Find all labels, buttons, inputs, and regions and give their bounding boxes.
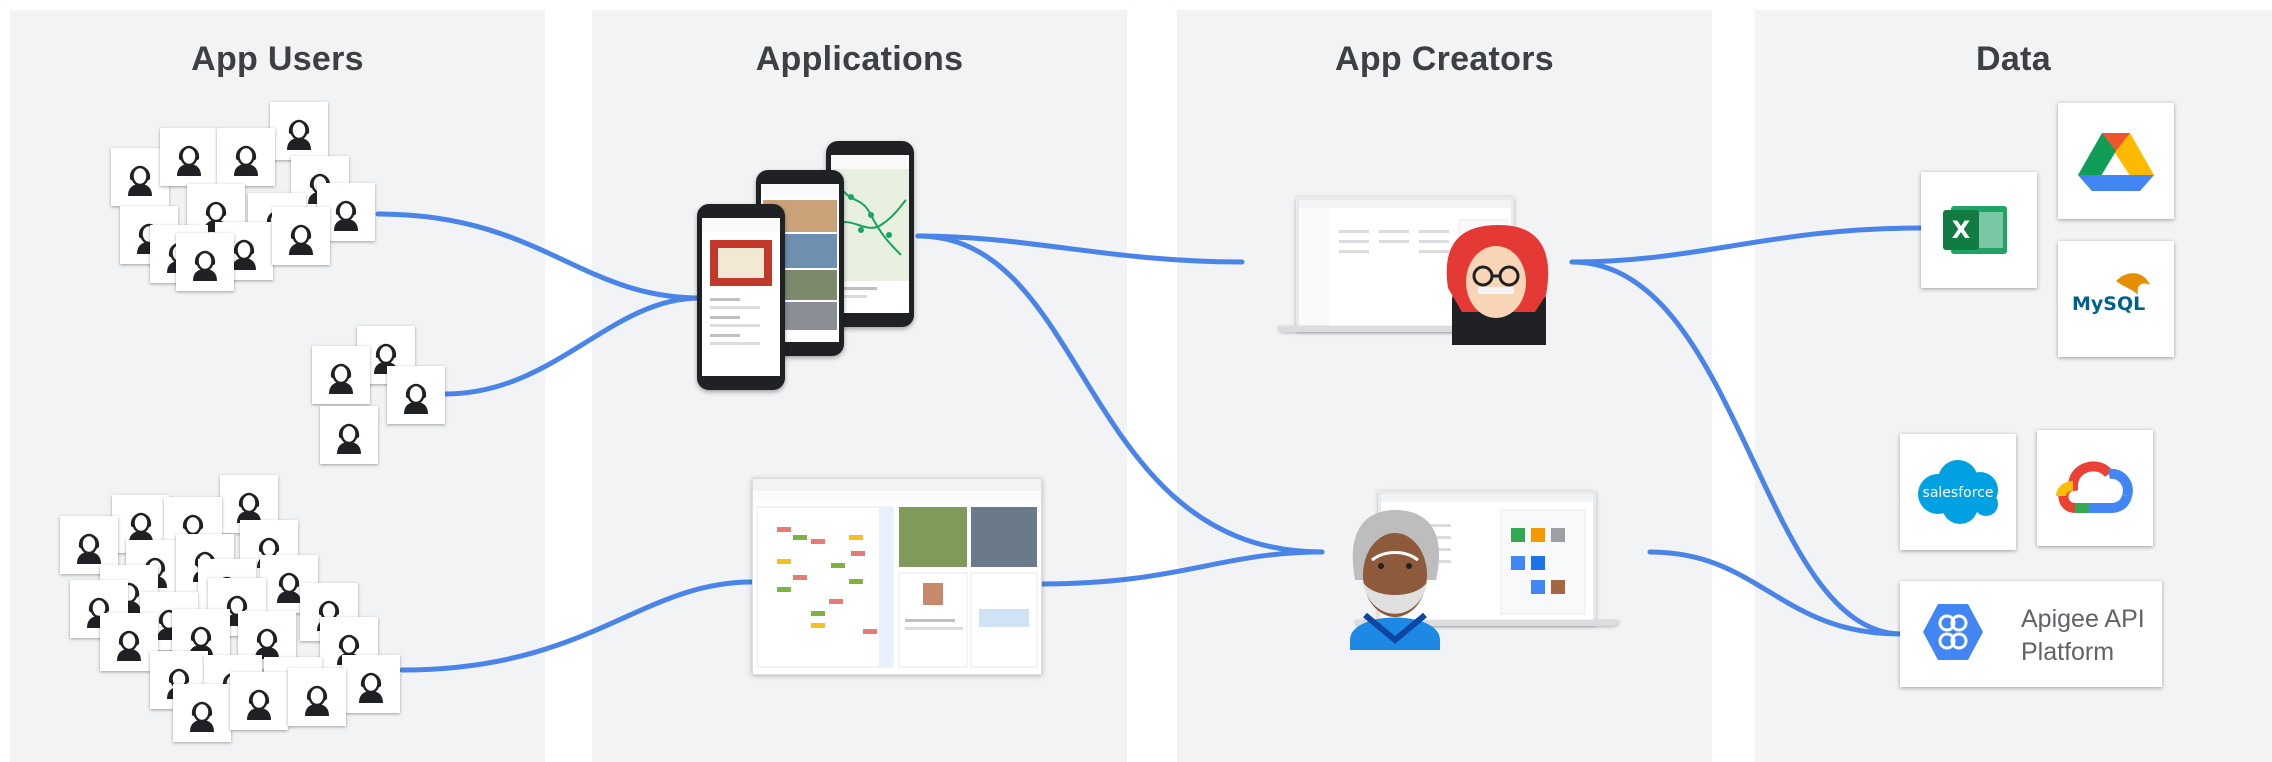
google-cloud-icon [2056,461,2133,513]
user-card [312,346,370,404]
person-icon [287,119,311,150]
person-icon [359,672,383,703]
connector-desktop-creator2 [1038,549,1325,587]
user-card [387,366,445,424]
desktop-app-preview [752,478,1042,675]
salesforce-label: salesforce [1922,485,1994,501]
apigee-label: Apigee API Platform [2021,603,2151,669]
user-card [272,207,330,265]
app-editor-screen-icon [1299,200,1511,328]
calendar-app-screen-icon [753,479,1041,668]
person-icon [305,685,329,716]
person-icon [193,250,217,281]
user-card [342,655,400,713]
person-icon [190,701,214,732]
apigee-tile: Apigee API Platform [1900,581,2162,687]
phone-app-form [697,204,785,390]
user-card [230,672,288,730]
creator-laptop-1 [1296,197,1514,331]
excel-tile: X [1921,172,2037,288]
user-card [288,668,346,726]
person-icon [329,363,353,394]
user-card [173,684,231,742]
svg-text:X: X [1952,216,1971,244]
apigee-icon [1923,604,1983,660]
connector-phones-creator1 [915,233,1245,265]
person-icon [337,423,361,454]
creator-laptop-2-base [1355,620,1619,626]
google-drive-tile [2058,103,2174,219]
user-card [270,102,328,160]
apigee-label-line1: Apigee API [2021,605,2145,633]
person-icon [289,224,313,255]
user-card [320,406,378,464]
app-editor-screen-icon-2 [1381,494,1593,615]
connector-creator1-excel [1569,225,1923,265]
person-icon [128,165,152,196]
person-icon [117,630,141,661]
connector-users2-phones [442,295,703,397]
mysql-label: MySQL [2072,293,2146,315]
excel-icon: X [1943,206,2007,254]
google-cloud-tile [2037,430,2153,546]
person-icon [247,689,271,720]
person-icon [234,145,258,176]
user-card [217,128,275,186]
connector-creator1-apigee [1569,259,1903,637]
mysql-tile: MySQL [2058,241,2174,357]
user-card [176,233,234,291]
person-icon [177,145,201,176]
user-card [160,128,218,186]
connector-users3-desktop [399,579,755,673]
form-app-screen-icon [702,218,780,345]
salesforce-tile: salesforce [1900,434,2016,550]
apigee-label-line2: Platform [2021,638,2115,666]
creator-laptop-2 [1378,491,1596,625]
connector-users1-phones [375,211,703,301]
person-icon [77,533,101,564]
creator-laptop-1-base [1278,326,1528,332]
person-icon [404,383,428,414]
google-drive-icon [2078,133,2154,191]
